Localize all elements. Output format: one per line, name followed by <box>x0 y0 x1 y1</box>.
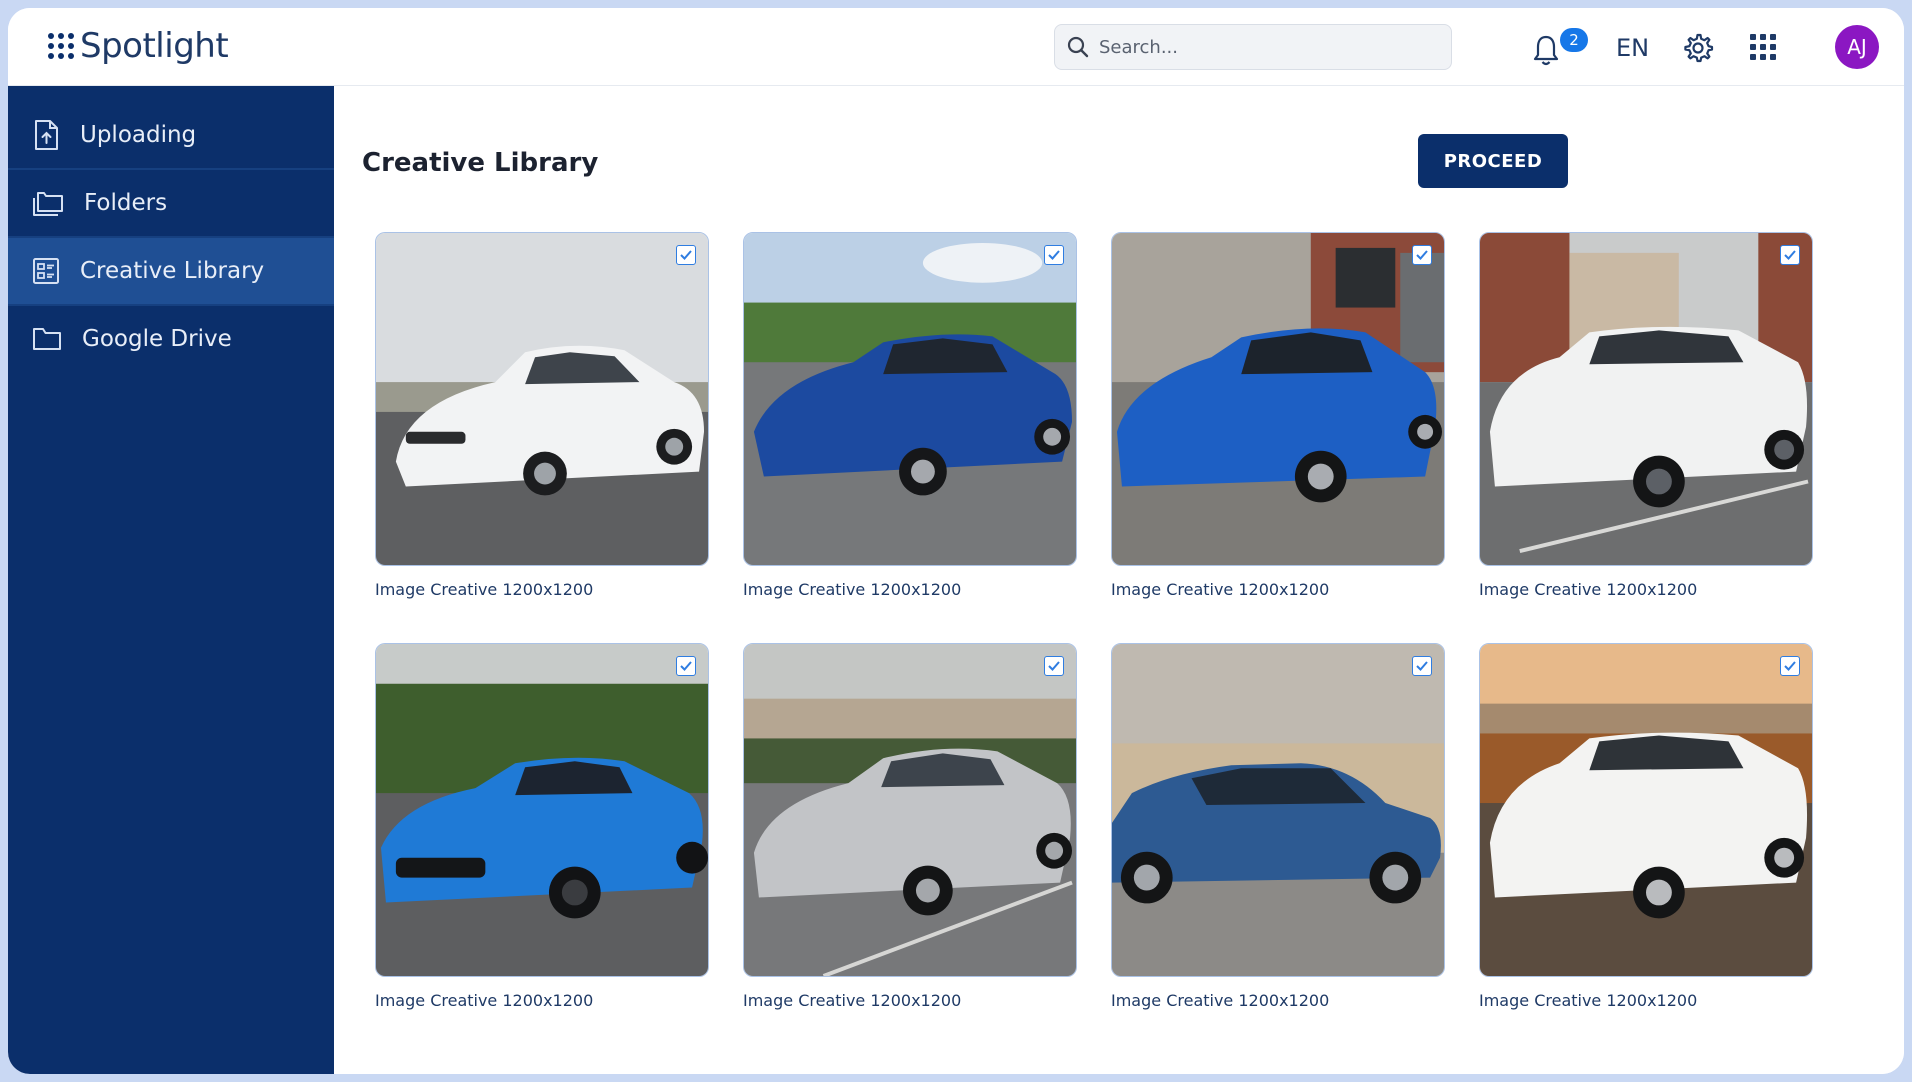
app-logo[interactable]: Spotlight <box>48 26 229 66</box>
white-suv-sunset-image <box>1480 644 1812 976</box>
blue-hatchback-image <box>1112 644 1444 976</box>
checkbox-checked[interactable] <box>676 656 696 676</box>
creative-caption: Image Creative 1200x1200 <box>375 991 594 1010</box>
sidebar-item-label: Creative Library <box>80 258 265 284</box>
creative-thumbnail[interactable] <box>743 643 1077 977</box>
creative-card[interactable]: Image Creative 1200x1200 <box>743 232 1077 599</box>
creative-card[interactable]: Image Creative 1200x1200 <box>1111 232 1445 599</box>
checkmark-icon <box>1416 250 1428 260</box>
checkmark-icon <box>1416 661 1428 671</box>
sidebar-item-folders[interactable]: Folders <box>8 170 334 236</box>
creative-caption: Image Creative 1200x1200 <box>1111 580 1330 599</box>
library-icon <box>33 258 59 284</box>
white-sedan-image <box>376 233 708 565</box>
creative-card[interactable]: Image Creative 1200x1200 <box>375 643 709 1010</box>
creative-card[interactable]: Image Creative 1200x1200 <box>1111 643 1445 1010</box>
search-icon <box>1067 36 1089 58</box>
sidebar-item-label: Uploading <box>80 122 197 148</box>
sidebar-item-google-drive[interactable]: Google Drive <box>8 306 334 372</box>
creative-thumbnail[interactable] <box>1479 232 1813 566</box>
blue-coupe-image <box>376 644 708 976</box>
creative-caption: Image Creative 1200x1200 <box>743 580 962 599</box>
apps-grid-icon[interactable] <box>1750 34 1776 60</box>
creative-thumbnail[interactable] <box>1479 643 1813 977</box>
checkmark-icon <box>1048 250 1060 260</box>
creative-card[interactable]: Image Creative 1200x1200 <box>375 232 709 599</box>
proceed-button[interactable]: PROCEED <box>1418 134 1568 188</box>
main-content: Creative Library PROCEED Image Creative … <box>334 86 1904 1074</box>
sidebar: Uploading Folders Creative Library Googl… <box>8 86 334 1074</box>
checkmark-icon <box>680 250 692 260</box>
user-avatar[interactable]: AJ <box>1835 25 1879 69</box>
top-bar: Spotlight 2 EN AJ <box>8 8 1904 86</box>
checkmark-icon <box>680 661 692 671</box>
search-box[interactable] <box>1054 24 1452 70</box>
creative-card[interactable]: Image Creative 1200x1200 <box>1479 643 1813 1010</box>
upload-file-icon <box>35 120 58 150</box>
notification-badge: 2 <box>1560 28 1588 52</box>
checkbox-checked[interactable] <box>1412 245 1432 265</box>
checkbox-checked[interactable] <box>1412 656 1432 676</box>
sidebar-item-creative-library[interactable]: Creative Library <box>8 238 334 304</box>
checkbox-checked[interactable] <box>1780 245 1800 265</box>
app-window: Spotlight 2 EN AJ <box>8 8 1904 1074</box>
creative-thumbnail[interactable] <box>375 643 709 977</box>
sidebar-item-label: Folders <box>84 190 168 216</box>
gear-icon[interactable] <box>1682 32 1714 64</box>
sidebar-item-uploading[interactable]: Uploading <box>8 102 334 168</box>
checkbox-checked[interactable] <box>1044 245 1064 265</box>
language-selector[interactable]: EN <box>1616 34 1649 62</box>
creative-thumbnail[interactable] <box>1111 232 1445 566</box>
creative-caption: Image Creative 1200x1200 <box>1479 580 1698 599</box>
checkmark-icon <box>1784 250 1796 260</box>
creative-caption: Image Creative 1200x1200 <box>743 991 962 1010</box>
creative-thumbnail[interactable] <box>1111 643 1445 977</box>
checkbox-checked[interactable] <box>1780 656 1800 676</box>
checkbox-checked[interactable] <box>676 245 696 265</box>
bell-icon[interactable] <box>1530 32 1562 68</box>
creative-caption: Image Creative 1200x1200 <box>1479 991 1698 1010</box>
creative-thumbnail[interactable] <box>375 232 709 566</box>
search-input[interactable] <box>1099 36 1419 58</box>
white-suv-image <box>1480 233 1812 565</box>
creative-thumbnail[interactable] <box>743 232 1077 566</box>
creative-card[interactable]: Image Creative 1200x1200 <box>1479 232 1813 599</box>
creative-card[interactable]: Image Creative 1200x1200 <box>743 643 1077 1010</box>
checkmark-icon <box>1784 661 1796 671</box>
checkbox-checked[interactable] <box>1044 656 1064 676</box>
blue-bmw-image <box>1112 233 1444 565</box>
page-title: Creative Library <box>362 148 599 178</box>
logo-dots-icon <box>48 33 74 59</box>
folders-icon <box>33 192 63 216</box>
folder-icon <box>33 328 61 350</box>
silver-sedan-image <box>744 644 1076 976</box>
checkmark-icon <box>1048 661 1060 671</box>
creative-caption: Image Creative 1200x1200 <box>375 580 594 599</box>
app-name: Spotlight <box>80 26 229 66</box>
blue-sedan-image <box>744 233 1076 565</box>
sidebar-item-label: Google Drive <box>82 326 232 352</box>
creative-caption: Image Creative 1200x1200 <box>1111 991 1330 1010</box>
